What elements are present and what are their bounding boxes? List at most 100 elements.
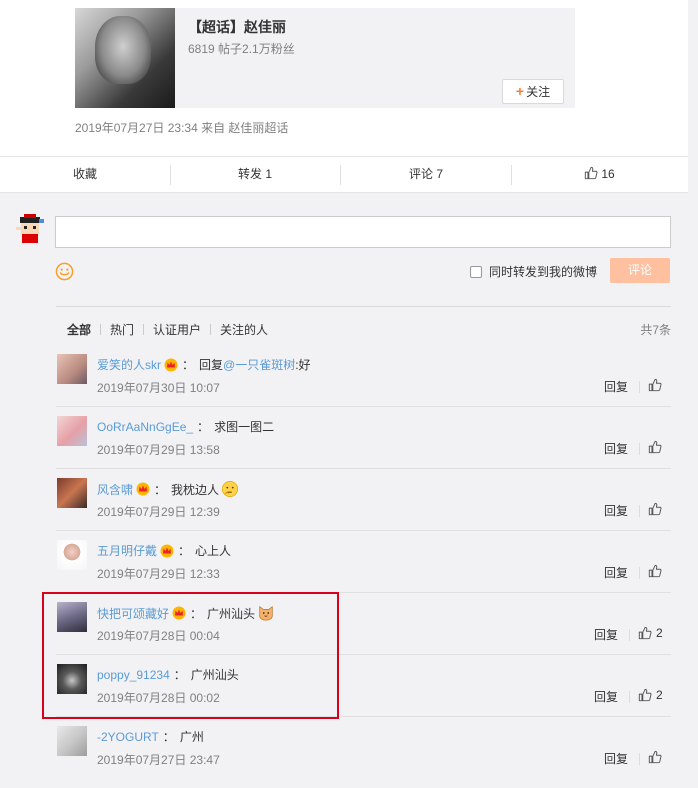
tab-all[interactable]: 全部 xyxy=(67,321,91,338)
reply-button[interactable]: 回复 xyxy=(604,564,628,581)
comment-like-button[interactable] xyxy=(648,564,662,578)
comment-row: 风含啸 ： 我枕边人 2019年07月29日 12:39 回复 xyxy=(56,469,671,531)
comment-like-button[interactable] xyxy=(648,378,662,392)
comment-line: 爱笑的人skr ： 回复 @一只雀斑树 :好 xyxy=(97,356,311,373)
comment-like-count: 2 xyxy=(656,688,663,702)
comment-row: 五月明仔戴 ： 心上人 2019年07月29日 12:33 回复 xyxy=(56,531,671,593)
reply-button[interactable]: 回复 xyxy=(604,502,628,519)
comment-row: 爱笑的人skr ： 回复 @一只雀斑树 :好 2019年07月30日 10:07… xyxy=(56,345,671,407)
thumbs-up-icon xyxy=(648,502,662,516)
comment-row: -2YOGURT ： 广州 2019年07月27日 23:47 回复 xyxy=(56,717,671,779)
repost-checkbox-label: 同时转发到我的微博 xyxy=(489,265,598,279)
comment-text: 求图一图二 xyxy=(214,420,275,434)
colon: ： xyxy=(154,482,167,497)
tab-following[interactable]: 关注的人 xyxy=(220,321,268,338)
post-meta: 2019年07月27日 23:34 来自 赵佳丽超话 xyxy=(75,121,289,135)
thumbs-up-icon xyxy=(648,440,662,454)
commenter-name[interactable]: 风含啸 xyxy=(97,481,133,498)
comment-reply-prefix: 回复 xyxy=(199,358,224,372)
divider xyxy=(629,691,630,703)
comment-like-button[interactable] xyxy=(648,502,662,516)
comment-line: OoRrAaNnGgEe_ ： 求图一图二 xyxy=(97,418,274,435)
thumbs-up-icon xyxy=(648,564,662,578)
favorite-button[interactable]: 收藏 xyxy=(0,157,170,192)
divider xyxy=(639,505,640,517)
comment-line: 风含啸 ： 我枕边人 xyxy=(97,480,239,498)
comment-text: :好 xyxy=(295,358,311,372)
colon: ： xyxy=(178,544,191,558)
comment-total: 共7条 xyxy=(640,323,671,337)
comment-like-button[interactable]: 2 xyxy=(638,626,663,640)
commenter-avatar[interactable] xyxy=(57,354,87,384)
topic-cover-image[interactable] xyxy=(75,8,175,108)
reply-button[interactable]: 回复 xyxy=(594,688,618,705)
topic-title[interactable]: 【超话】赵佳丽 xyxy=(188,17,286,37)
submit-comment-button[interactable]: 评论 xyxy=(610,258,670,283)
like-button[interactable]: 16 xyxy=(511,157,688,192)
colon: ： xyxy=(162,730,175,744)
divider xyxy=(143,324,145,335)
repost-button[interactable]: 转发 1 xyxy=(170,157,340,192)
page-bottom xyxy=(0,778,698,788)
vip-crown-icon xyxy=(136,482,150,496)
vip-crown-icon xyxy=(164,358,178,371)
comment-like-button[interactable] xyxy=(648,440,662,454)
comment-text: 我枕边人 xyxy=(171,482,220,497)
divider xyxy=(639,567,640,579)
follow-label: 关注 xyxy=(526,85,551,99)
commenter-name[interactable]: 五月明仔戴 xyxy=(97,542,157,559)
repost-checkbox[interactable]: 同时转发到我的微博 xyxy=(470,263,597,280)
like-count: 16 xyxy=(601,167,615,181)
commenter-avatar[interactable] xyxy=(57,726,87,756)
divider xyxy=(629,629,630,641)
reply-button[interactable]: 回复 xyxy=(604,378,628,395)
tab-hot[interactable]: 热门 xyxy=(110,321,134,338)
follow-button[interactable]: + 关注 xyxy=(502,79,564,104)
comment-like-button[interactable]: 2 xyxy=(638,688,663,702)
comment-line: 五月明仔戴 ： 心上人 xyxy=(97,542,231,559)
user-avatar[interactable] xyxy=(14,213,46,245)
thumbs-up-icon xyxy=(638,626,652,640)
comment-like-button[interactable] xyxy=(648,750,662,764)
highlight-box xyxy=(42,592,339,719)
divider xyxy=(639,753,640,765)
commenter-avatar[interactable] xyxy=(57,478,87,508)
colon: ： xyxy=(182,358,195,372)
divider xyxy=(210,324,212,335)
post-card: 【超话】赵佳丽 6819 帖子2.1万粉丝 + 关注 2019年07月27日 23… xyxy=(0,0,688,156)
emoji-smile-icon[interactable] xyxy=(55,262,74,281)
reply-button[interactable]: 回复 xyxy=(594,626,618,643)
comment-mention-link[interactable]: @一只雀斑树 xyxy=(223,356,295,373)
colon: ： xyxy=(197,420,210,434)
comment-line: -2YOGURT ： 广州 xyxy=(97,728,204,745)
comment-button[interactable]: 评论 7 xyxy=(341,157,511,192)
comment-time: 2019年07月29日 13:58 xyxy=(97,443,220,457)
comment-time: 2019年07月27日 23:47 xyxy=(97,753,220,767)
commenter-name[interactable]: -2YOGURT xyxy=(97,730,159,744)
topic-stats: 6819 帖子2.1万粉丝 xyxy=(188,42,295,56)
commenter-avatar[interactable] xyxy=(57,416,87,446)
reply-button[interactable]: 回复 xyxy=(604,750,628,767)
comment-time: 2019年07月29日 12:33 xyxy=(97,567,220,581)
reply-button[interactable]: 回复 xyxy=(604,440,628,457)
checkbox-box[interactable] xyxy=(470,265,482,278)
comment-like-count: 2 xyxy=(656,626,663,640)
thumbs-up-icon xyxy=(648,378,662,392)
comment-filter-tabs: 全部 热门 认证用户 关注的人 xyxy=(67,321,268,338)
divider xyxy=(639,381,640,393)
commenter-avatar[interactable] xyxy=(57,540,87,570)
topic-card[interactable]: 【超话】赵佳丽 6819 帖子2.1万粉丝 + 关注 xyxy=(75,8,575,108)
comment-row: OoRrAaNnGgEe_ ： 求图一图二 2019年07月29日 13:58 … xyxy=(56,407,671,469)
comment-text: 广州 xyxy=(179,730,204,744)
thumbs-up-icon xyxy=(648,750,662,764)
vip-crown-icon xyxy=(160,544,174,557)
comment-time: 2019年07月30日 10:07 xyxy=(97,381,220,395)
divider xyxy=(100,324,102,335)
divider xyxy=(56,306,671,307)
tab-verified-users[interactable]: 认证用户 xyxy=(153,321,201,338)
plus-icon: + xyxy=(515,83,525,99)
thinking-face-emoji-icon xyxy=(222,480,239,498)
commenter-name[interactable]: 爱笑的人skr xyxy=(97,356,161,373)
commenter-name[interactable]: OoRrAaNnGgEe_ xyxy=(97,420,193,434)
comment-input[interactable] xyxy=(55,216,671,248)
